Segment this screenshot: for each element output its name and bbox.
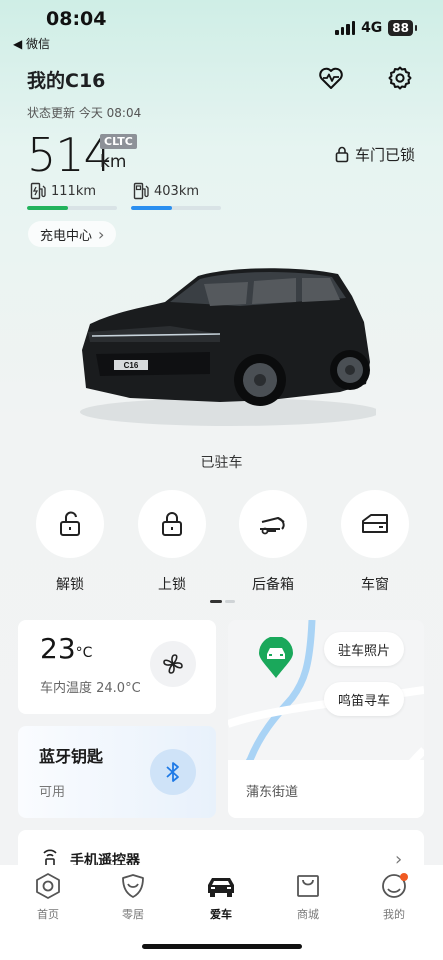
status-time: 08:04 (46, 8, 107, 30)
range-unit: km (100, 152, 127, 172)
battery-icon: 88 (388, 20, 417, 36)
page-indicator (210, 600, 235, 603)
shield-smile-icon (122, 874, 144, 898)
tab-profile-label: 我的 (383, 908, 405, 921)
parking-photo-button[interactable]: 驻车照片 (324, 632, 405, 666)
lock-label: 上锁 (158, 577, 186, 593)
parked-status: 已驻车 (200, 455, 243, 471)
tab-mall[interactable]: 商城 (278, 872, 338, 922)
tab-profile[interactable]: 我的 (364, 872, 424, 922)
plate-text: C16 (124, 361, 139, 370)
vehicle-image: C16 (80, 268, 376, 426)
unlock-icon (36, 490, 104, 558)
trunk-button[interactable]: 后备箱 (238, 490, 308, 594)
signal-icon (335, 21, 356, 35)
electric-range-label: 111km (51, 183, 97, 199)
lock-icon (335, 146, 349, 163)
temperature-unit: °C (75, 645, 93, 661)
home-indicator[interactable] (142, 944, 302, 949)
heart-pulse-icon[interactable] (317, 64, 345, 92)
charging-center-label: 充电中心 (40, 228, 93, 244)
window-label: 车窗 (361, 577, 389, 593)
chevron-right-icon: › (98, 224, 105, 244)
notification-dot (400, 873, 408, 881)
electric-range: 111km (30, 182, 96, 200)
car-location-pin-icon[interactable] (258, 636, 294, 683)
electric-range-fill (27, 206, 68, 210)
tab-lingju[interactable]: 零居 (103, 872, 163, 922)
fuel-range-label: 403km (154, 183, 200, 199)
honk-find-car-button[interactable]: 鸣笛寻车 (324, 682, 405, 716)
cltc-badge: CLTC (100, 134, 137, 149)
home-hex-icon (36, 873, 60, 899)
lock-button[interactable]: 上锁 (137, 490, 207, 594)
tab-my-car[interactable]: 爱车 (191, 872, 251, 922)
bluetooth-button[interactable] (150, 749, 196, 795)
cabin-temperature: 23°C (40, 632, 92, 665)
temperature-value: 23 (40, 632, 76, 665)
status-updated: 状态更新 今天 08:04 (27, 106, 142, 120)
charging-center-button[interactable]: 充电中心 › (28, 221, 117, 247)
door-status-label: 车门已锁 (354, 146, 415, 164)
fan-icon (163, 654, 183, 674)
charging-station-icon (30, 182, 46, 200)
car-icon (208, 878, 234, 897)
bluetooth-icon (166, 762, 179, 782)
profile-icon (382, 873, 408, 898)
bluetooth-key-title: 蓝牙钥匙 (39, 747, 104, 766)
lock-icon (138, 490, 206, 558)
fuel-range-fill (131, 206, 172, 210)
fuel-range: 403km (133, 182, 199, 200)
status-indicators: 4G 88 (335, 20, 417, 36)
gear-icon[interactable] (386, 64, 414, 92)
parking-address: 蒲东街道 (246, 785, 299, 800)
tab-mall-label: 商城 (297, 908, 319, 921)
fuel-range-bar (131, 206, 221, 210)
electric-range-bar (27, 206, 117, 210)
tab-home[interactable]: 首页 (18, 872, 78, 922)
back-to-wechat[interactable]: ◀ 微信 (13, 35, 50, 52)
window-button[interactable]: 车窗 (340, 490, 410, 594)
network-type: 4G (361, 20, 383, 36)
trunk-label: 后备箱 (252, 577, 294, 593)
vehicle-name: 我的C16 (27, 70, 106, 92)
fuel-pump-icon (133, 182, 149, 200)
tab-home-label: 首页 (37, 908, 59, 921)
window-icon (341, 490, 409, 558)
fan-button[interactable] (150, 641, 196, 687)
unlock-button[interactable]: 解锁 (35, 490, 105, 594)
tab-my-car-label: 爱车 (210, 908, 232, 921)
unlock-label: 解锁 (56, 577, 84, 593)
door-lock-status[interactable]: 车门已锁 (335, 144, 415, 165)
shopping-bag-icon (297, 875, 319, 897)
inside-temperature: 车内温度 24.0°C (40, 681, 141, 696)
bluetooth-key-status: 可用 (39, 785, 66, 800)
trunk-icon (239, 490, 307, 558)
tab-lingju-label: 零居 (122, 908, 144, 921)
